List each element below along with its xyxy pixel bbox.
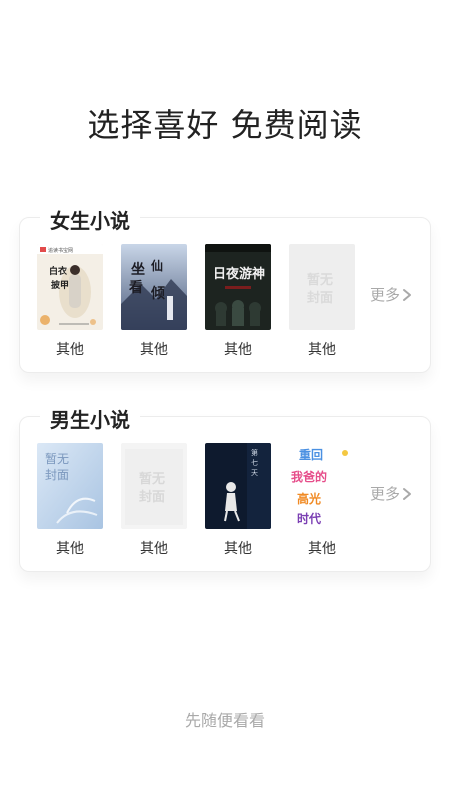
svg-text:倾: 倾 (150, 285, 165, 302)
book-category-label: 其他 (140, 342, 168, 358)
male-more-button[interactable]: 更多 (370, 483, 412, 504)
svg-text:坐: 坐 (131, 261, 145, 278)
svg-text:日夜游神: 日夜游神 (213, 266, 265, 282)
book-category-label: 其他 (140, 541, 168, 557)
svg-text:时代: 时代 (297, 511, 321, 526)
book-item[interactable]: 追读书宝网 白衣 披甲 其他 (37, 244, 103, 359)
preference-page: 选择喜好 免费阅读 女生小说 追读书宝网 白衣 披甲 其他 坐 仙 看 倾 其他… (0, 0, 450, 800)
skip-button[interactable]: 先随便看看 (0, 707, 450, 731)
book-item[interactable]: 重回 我爸的 高光 时代 其他 (289, 443, 355, 558)
svg-text:白衣: 白衣 (49, 265, 67, 277)
svg-text:暂无: 暂无 (139, 471, 165, 487)
male-novels-card: 男生小说 暂无 封面 其他 暂无 封面 其他 第 七 天 其他 重回 我爸的 高… (19, 404, 431, 572)
book-category-label: 其他 (308, 342, 336, 358)
book-item[interactable]: 第 七 天 其他 (205, 443, 271, 558)
svg-text:我爸的: 我爸的 (291, 469, 327, 484)
book-cover[interactable]: 暂无 封面 (121, 443, 187, 529)
svg-text:七: 七 (251, 458, 258, 467)
svg-text:仙: 仙 (151, 258, 163, 273)
more-label: 更多 (369, 485, 400, 503)
book-cover[interactable]: 第 七 天 (205, 443, 271, 529)
svg-text:重回: 重回 (299, 447, 323, 462)
book-cover[interactable]: 重回 我爸的 高光 时代 (289, 443, 355, 529)
book-cover[interactable]: 暂无 封面 (37, 443, 103, 529)
book-cover[interactable]: 坐 仙 看 倾 (121, 244, 187, 330)
book-category-label: 其他 (56, 541, 84, 557)
svg-text:看: 看 (128, 279, 143, 296)
cover-badge-text: 追读书宝网 (48, 247, 73, 254)
female-more-button[interactable]: 更多 (370, 284, 412, 305)
chevron-right-icon (403, 288, 411, 301)
svg-text:暂无: 暂无 (45, 452, 69, 466)
book-item[interactable]: 坐 仙 看 倾 其他 (121, 244, 187, 359)
book-item[interactable]: 日夜游神 其他 (205, 244, 271, 359)
svg-text:披甲: 披甲 (51, 279, 69, 291)
svg-text:高光: 高光 (297, 491, 321, 506)
svg-text:封面: 封面 (45, 468, 69, 482)
book-category-label: 其他 (56, 342, 84, 358)
book-item[interactable]: 暂无 封面 其他 (121, 443, 187, 558)
book-category-label: 其他 (224, 541, 252, 557)
book-category-label: 其他 (224, 342, 252, 358)
page-title: 选择喜好 免费阅读 (87, 106, 363, 144)
book-item[interactable]: 暂无 封面 其他 (289, 244, 355, 359)
book-item[interactable]: 暂无 封面 其他 (37, 443, 103, 558)
svg-text:天: 天 (251, 469, 258, 477)
svg-text:第: 第 (251, 448, 258, 457)
svg-text:封面: 封面 (307, 290, 333, 306)
book-cover[interactable]: 暂无 封面 (289, 244, 355, 330)
chevron-right-icon (403, 487, 411, 500)
book-cover[interactable]: 追读书宝网 白衣 披甲 (37, 244, 103, 330)
book-category-label: 其他 (308, 541, 336, 557)
more-label: 更多 (369, 286, 400, 304)
book-cover[interactable]: 日夜游神 (205, 244, 271, 330)
svg-text:封面: 封面 (139, 489, 165, 505)
svg-text:暂无: 暂无 (307, 272, 333, 288)
female-novels-card: 女生小说 追读书宝网 白衣 披甲 其他 坐 仙 看 倾 其他 日夜游神 其他 暂… (19, 205, 431, 373)
